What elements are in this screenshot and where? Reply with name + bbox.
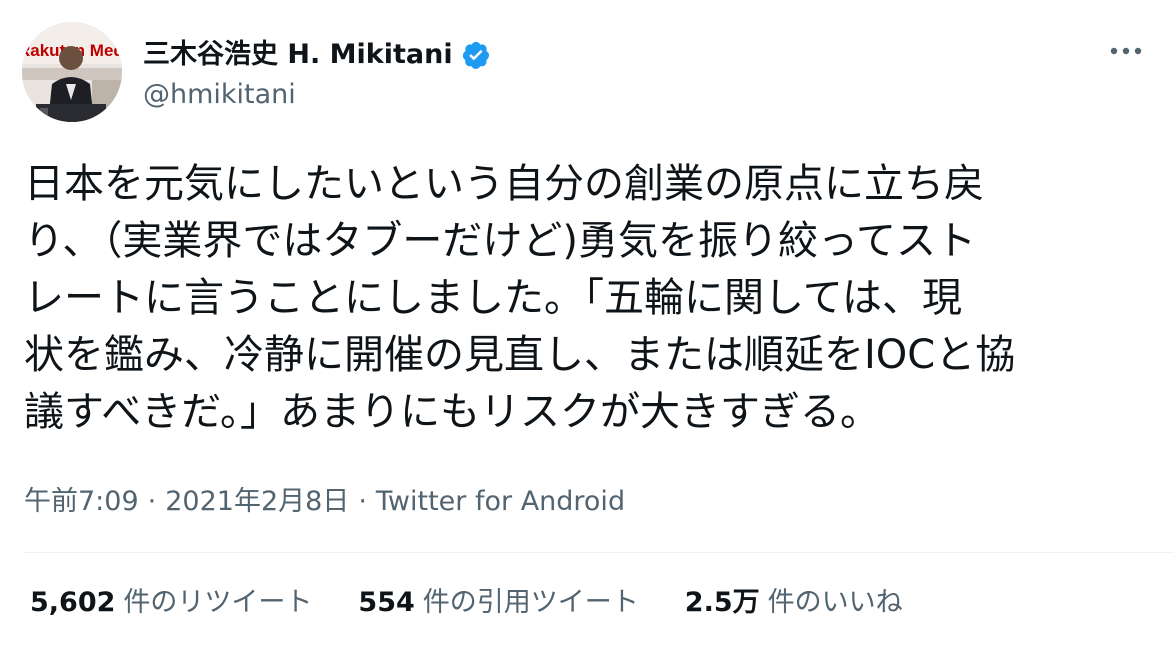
more-horizontal-icon (1110, 47, 1142, 55)
display-name[interactable]: 三木谷浩史 H. Mikitani (143, 38, 453, 72)
tweet-stats: 5,602 件のリツイート 554 件の引用ツイート 2.5万 件のいいね (30, 584, 949, 622)
tweet-text-line: 議すべきだ。」あまりにもリスクが大きすぎる。 (24, 389, 880, 435)
quote-tweets-stat[interactable]: 554 件の引用ツイート (358, 584, 638, 622)
tweet-text-line: レートに言うことにしました。「五輪に関しては、現 (24, 275, 962, 321)
user-handle[interactable]: @hmikitani (143, 78, 296, 112)
divider (24, 552, 1174, 553)
tweet-card: Rakuten Media 三木谷浩史 H. Mikitani @hmikita… (0, 0, 1174, 648)
tweet-text: 日本を元気にしたいという自分の創業の原点に立ち戻 り、（実業界ではタブーだけど)… (24, 156, 1154, 441)
meta-separator: · (147, 486, 157, 517)
meta-separator: · (358, 486, 367, 517)
quote-count: 554 (358, 587, 415, 618)
tweet-text-line: 状を鑑み、冷静に開催の見直し、または順延をIOCと協 (24, 332, 1016, 378)
tweet-meta: 午前7:09 · 2021年2月8日 · Twitter for Android (24, 482, 625, 522)
tweet-text-line: り、（実業界ではタブーだけど)勇気を振り絞ってスト (24, 218, 977, 264)
retweet-count: 5,602 (30, 587, 116, 618)
more-options-button[interactable] (1106, 36, 1146, 66)
like-label: 件のいいね (767, 587, 903, 618)
tweet-text-line: 日本を元気にしたいという自分の創業の原点に立ち戻 (24, 161, 984, 207)
tweet-date-link[interactable]: 2021年2月8日 (165, 486, 349, 517)
tweet-header: Rakuten Media 三木谷浩史 H. Mikitani @hmikita… (22, 22, 1152, 126)
like-count: 2.5万 (684, 587, 760, 618)
retweets-stat[interactable]: 5,602 件のリツイート (30, 584, 312, 622)
tweet-time-link[interactable]: 午前7:09 (24, 486, 139, 517)
avatar[interactable]: Rakuten Media (22, 22, 122, 122)
quote-label: 件の引用ツイート (422, 587, 639, 618)
verified-badge-icon (461, 40, 491, 70)
avatar-photo: Rakuten Media (22, 22, 122, 122)
retweet-label: 件のリツイート (123, 587, 313, 618)
likes-stat[interactable]: 2.5万 件のいいね (685, 584, 903, 622)
tweet-source-link[interactable]: Twitter for Android (376, 486, 625, 517)
name-row: 三木谷浩史 H. Mikitani (143, 38, 491, 72)
